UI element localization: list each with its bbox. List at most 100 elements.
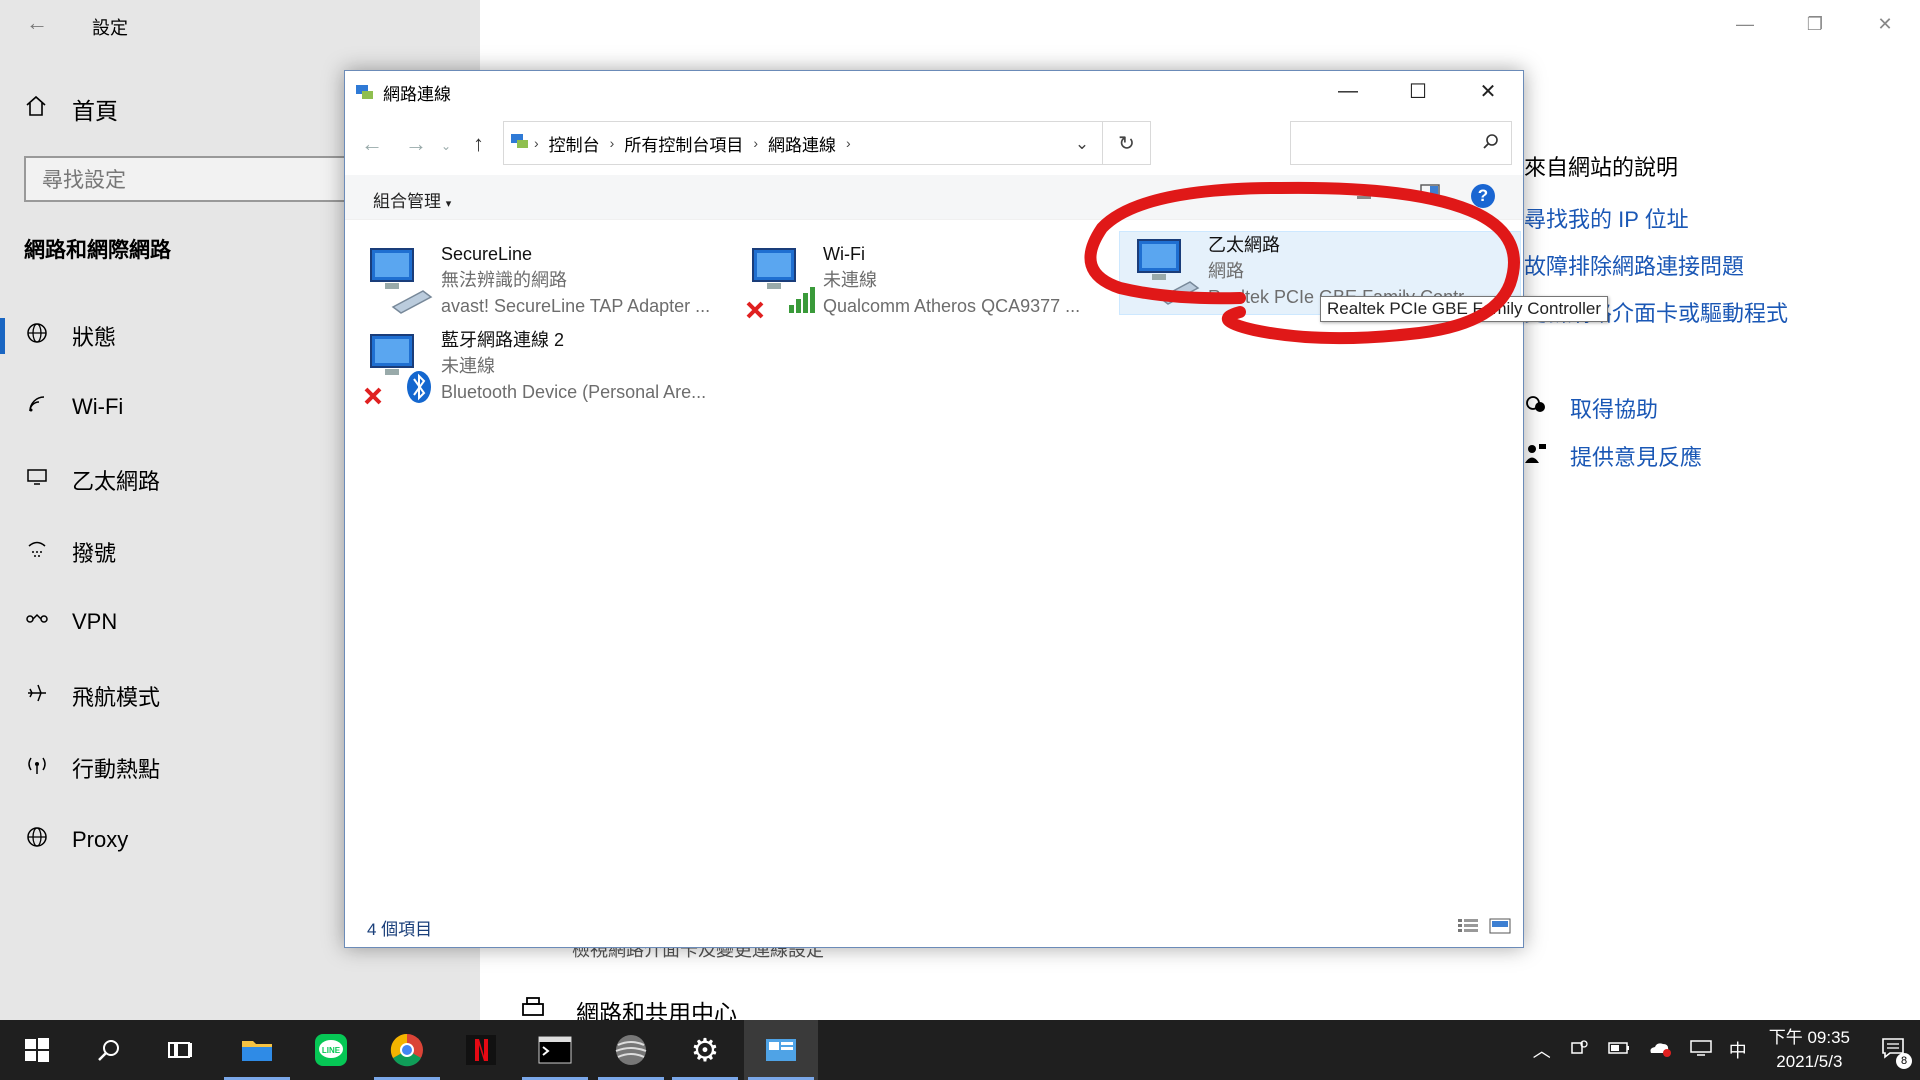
details-view-icon[interactable] [1457, 917, 1479, 940]
network-icon[interactable] [1689, 1038, 1713, 1063]
search-button[interactable] [72, 1020, 146, 1080]
notification-center-icon[interactable]: 8 [1880, 1036, 1912, 1069]
explorer-window-controls: — ☐ ✕ [1313, 71, 1523, 111]
control-panel-icon [766, 1039, 796, 1061]
onedrive-error-icon[interactable] [1647, 1038, 1673, 1063]
control-panel-icon [510, 132, 530, 155]
settings-app-title: 設定 [92, 18, 128, 38]
close-icon[interactable]: ✕ [1453, 71, 1523, 111]
refresh-icon: ↻ [1118, 132, 1135, 155]
task-view-icon [168, 1042, 192, 1058]
sidebar-item-vpn[interactable]: VPN [24, 608, 117, 636]
sidebar-item-hotspot[interactable]: 行動熱點 [24, 752, 160, 784]
connection-device: Qualcomm Atheros QCA9377 ... [823, 296, 1081, 316]
sidebar-item-status[interactable]: 狀態 [24, 320, 116, 352]
connection-name: SecureLine [441, 244, 533, 264]
dialup-icon [24, 538, 50, 566]
connection-status: 無法辨識的網路 [441, 270, 567, 290]
notification-count-badge: 8 [1896, 1052, 1912, 1069]
sidebar-item-dialup[interactable]: 撥號 [24, 536, 116, 568]
back-arrow-icon[interactable]: ← [361, 131, 383, 157]
explorer-search-input[interactable] [1290, 121, 1512, 165]
bluetooth-adapter-icon [363, 327, 441, 407]
address-bar[interactable]: › 控制台 › 所有控制台項目 › 網路連線 › ⌄ [503, 121, 1103, 165]
folder-icon [242, 1041, 272, 1061]
line-app-taskbar[interactable]: LINE [294, 1020, 368, 1080]
hotspot-icon [24, 754, 50, 782]
nav-selection-indicator [0, 318, 5, 354]
vpn-icon [24, 608, 50, 636]
tiles-view-icon[interactable] [1489, 917, 1511, 940]
up-arrow-icon[interactable]: ↑ [473, 131, 484, 157]
terminal-taskbar[interactable] [518, 1020, 592, 1080]
battery-icon[interactable] [1605, 1038, 1631, 1063]
breadcrumb-network-connections[interactable]: 網路連線 [768, 131, 836, 156]
connection-name: Wi-Fi [823, 244, 865, 264]
minimize-icon[interactable]: — [1710, 0, 1780, 48]
settings-search-placeholder: 尋找設定 [42, 169, 126, 192]
connection-text: Wi-Fi 未連線 Qualcomm Atheros QCA9377 ... [823, 241, 1080, 323]
back-arrow-icon[interactable]: ← [26, 10, 48, 36]
clock-time: 下午 09:35 [1768, 1028, 1850, 1047]
globe-app-taskbar[interactable] [594, 1020, 668, 1080]
terminal-icon [538, 1036, 572, 1064]
connection-bluetooth[interactable]: 藍牙網路連線 2 未連線 Bluetooth Device (Personal … [363, 327, 743, 409]
organize-menu[interactable]: 組合管理 ▾ [373, 187, 451, 212]
minimize-icon[interactable]: — [1313, 71, 1383, 111]
breadcrumb-control-panel[interactable]: 控制台 [549, 131, 600, 156]
ime-indicator[interactable]: 中 [1729, 1037, 1747, 1063]
chevron-down-icon[interactable]: ⌄ [1062, 122, 1102, 166]
refresh-button[interactable]: ↻ [1103, 121, 1151, 165]
task-view-button[interactable] [144, 1020, 218, 1080]
sidebar-item-label: 撥號 [72, 541, 117, 566]
sidebar-item-proxy[interactable]: Proxy [24, 826, 128, 854]
network-adapter-icon [363, 241, 441, 321]
sidebar-item-ethernet[interactable]: 乙太網路 [24, 464, 160, 496]
taskbar: LINE ⚙ ︿ 中 下午 09:35 2021/5/3 8 [0, 1020, 1920, 1080]
help-link-find-ip[interactable]: 尋找我的 IP 位址 [1524, 202, 1788, 234]
window-title: 網路連線 [383, 84, 451, 104]
globe-icon [24, 826, 50, 854]
connection-wifi[interactable]: Wi-Fi 未連線 Qualcomm Atheros QCA9377 ... [745, 241, 1125, 323]
chevron-up-icon[interactable]: ︿ [1533, 1037, 1551, 1063]
sidebar-item-label: Wi-Fi [72, 394, 124, 419]
forward-arrow-icon[interactable]: → [405, 131, 427, 157]
maximize-icon[interactable]: ☐ [1383, 71, 1453, 111]
close-icon[interactable]: ✕ [1850, 0, 1920, 48]
home-nav-item[interactable]: 首頁 [24, 92, 118, 126]
settings-taskbar[interactable]: ⚙ [668, 1020, 742, 1080]
connection-device: Bluetooth Device (Personal Are... [441, 382, 707, 402]
clock-date: 2021/5/3 [1776, 1052, 1843, 1071]
globe-icon [24, 322, 50, 350]
help-link-troubleshoot[interactable]: 故障排除網路連接問題 [1524, 249, 1788, 281]
connection-device: avast! SecureLine TAP Adapter ... [441, 296, 711, 316]
wifi-icon [24, 393, 50, 421]
sidebar-item-wifi[interactable]: Wi-Fi [24, 393, 123, 421]
settings-window-controls: — ❐ ✕ [1710, 0, 1920, 48]
wifi-adapter-icon [745, 241, 823, 321]
breadcrumb-all-items[interactable]: 所有控制台項目 [624, 131, 743, 156]
meet-now-icon[interactable] [1569, 1038, 1589, 1063]
clock[interactable]: 下午 09:35 2021/5/3 [1769, 1026, 1850, 1074]
system-tray: ︿ 中 下午 09:35 2021/5/3 8 [1523, 1020, 1920, 1080]
breadcrumb-separator-icon: › [534, 135, 539, 151]
recent-dropdown-icon[interactable]: ⌄ [441, 139, 451, 153]
connection-secureline[interactable]: SecureLine 無法辨識的網路 avast! SecureLine TAP… [363, 241, 743, 323]
sidebar-item-airplane[interactable]: 飛航模式 [24, 680, 160, 712]
address-row: ← → ⌄ ↑ › 控制台 › 所有控制台項目 › 網路連線 › ⌄ ↻ [345, 121, 1523, 167]
start-button[interactable] [0, 1020, 74, 1080]
breadcrumb-separator-icon: › [753, 135, 759, 151]
netflix-taskbar[interactable] [444, 1020, 518, 1080]
sidebar-item-label: Proxy [72, 827, 129, 852]
control-panel-taskbar[interactable] [744, 1020, 818, 1080]
sidebar-item-label: 行動熱點 [72, 757, 161, 782]
sidebar-item-label: VPN [72, 609, 118, 634]
feedback-icon [1524, 442, 1548, 470]
chrome-taskbar[interactable] [370, 1020, 444, 1080]
file-explorer-taskbar[interactable] [220, 1020, 294, 1080]
get-help-link[interactable]: 取得協助 [1524, 392, 1658, 424]
airplane-icon [24, 682, 50, 710]
feedback-link[interactable]: 提供意見反應 [1524, 440, 1702, 472]
windows-logo-icon [25, 1038, 49, 1062]
restore-icon[interactable]: ❐ [1780, 0, 1850, 48]
